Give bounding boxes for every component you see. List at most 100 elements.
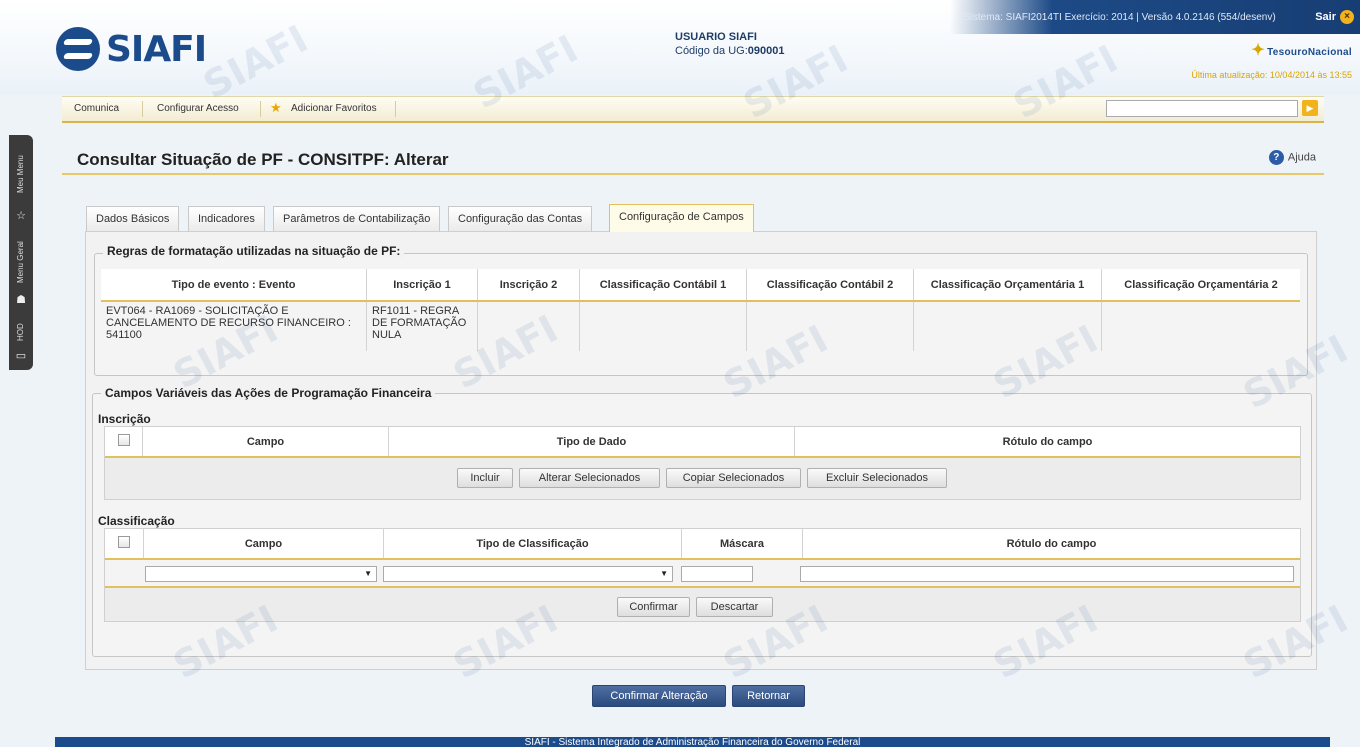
alterar-selecionados-button[interactable]: Alterar Selecionados (519, 468, 660, 488)
menu-divider (260, 101, 261, 117)
classificacao-col-campo: Campo (143, 529, 384, 560)
descartar-button[interactable]: Descartar (696, 597, 773, 617)
rules-cell-class-contabil-2 (746, 301, 914, 351)
siafi-logo-icon (56, 27, 100, 71)
classificacao-col-mascara: Máscara (681, 529, 803, 560)
tab-parametros-contabilizacao[interactable]: Parâmetros de Contabilização (273, 206, 441, 232)
classificacao-header-row: Campo Tipo de Classificação Máscara Rótu… (105, 529, 1300, 560)
side-panel[interactable]: Meu Menu ☆ Menu Geral ☗ HOD ▭ (9, 135, 33, 370)
retornar-button[interactable]: Retornar (732, 685, 805, 707)
ug-label: Código da UG: (675, 45, 748, 57)
title-divider (62, 173, 1324, 175)
user-info: USUARIO SIAFI Código da UG:090001 (675, 30, 784, 58)
inscricao-col-campo: Campo (142, 427, 389, 458)
rules-table: Tipo de evento : Evento Inscrição 1 Insc… (101, 269, 1300, 351)
classificacao-title: Classificação (98, 514, 175, 528)
side-item-menu-geral[interactable]: Menu Geral (16, 241, 25, 283)
tab-dados-basicos[interactable]: Dados Básicos (86, 206, 180, 232)
campo-select[interactable]: ▼ (145, 566, 377, 582)
inscricao-table: Campo Tipo de Dado Rótulo do campo (105, 427, 1300, 458)
rules-cell-tipo-evento: EVT064 - RA1069 - SOLICITAÇÃO E CANCELAM… (101, 301, 367, 351)
monitor-icon[interactable]: ▭ (15, 349, 27, 362)
rules-col-class-orcamentaria-1: Classificação Orçamentária 1 (913, 269, 1102, 302)
side-item-hod[interactable]: HOD (16, 323, 25, 341)
chevron-down-icon[interactable]: ▼ (660, 569, 668, 578)
page-title: Consultar Situação de PF - CONSITPF: Alt… (77, 150, 449, 169)
copiar-selecionados-button[interactable]: Copiar Selecionados (666, 468, 801, 488)
logout-button[interactable]: Sair (1315, 11, 1336, 23)
table-row: EVT064 - RA1069 - SOLICITAÇÃO E CANCELAM… (101, 301, 1300, 351)
tesouro-logo: ✦ TesouroNacional (1191, 40, 1352, 60)
classificacao-grid: Campo Tipo de Classificação Máscara Rótu… (104, 528, 1301, 622)
confirmar-button[interactable]: Confirmar (617, 597, 690, 617)
incluir-button[interactable]: Incluir (457, 468, 513, 488)
inscricao-col-rotulo: Rótulo do campo (794, 427, 1300, 458)
tesouro-brand: ✦ TesouroNacional Última atualização: 10/… (1191, 40, 1352, 80)
menu-item-configurar-acesso[interactable]: Configurar Acesso (157, 103, 239, 114)
confirmar-alteracao-button[interactable]: Confirmar Alteração (592, 685, 726, 707)
tab-configuracao-contas[interactable]: Configuração das Contas (448, 206, 593, 232)
star-outline-icon[interactable]: ☆ (15, 209, 27, 222)
rules-cell-class-orcamentaria-2 (1102, 301, 1301, 351)
menu-item-comunica[interactable]: Comunica (74, 103, 119, 114)
system-info-bar: Sistema: SIAFI2014TI Exercício: 2014 | V… (950, 0, 1360, 34)
rules-col-class-contabil-1: Classificação Contábil 1 (579, 269, 747, 302)
rules-cell-class-orcamentaria-1 (913, 301, 1102, 351)
tab-panel: Regras de formatação utilizadas na situa… (85, 231, 1317, 670)
classificacao-col-rotulo: Rótulo do campo (802, 529, 1300, 560)
rules-legend: Regras de formatação utilizadas na situa… (103, 244, 405, 258)
variable-fields-fieldset: Campos Variáveis das Ações de Programaçã… (92, 386, 1312, 657)
menu-search-go-icon[interactable]: ▶ (1302, 100, 1318, 116)
inscricao-col-tipo-dado: Tipo de Dado (388, 427, 795, 458)
tesouro-text: TesouroNacional (1267, 47, 1352, 58)
footer: SIAFI - Sistema Integrado de Administraç… (55, 737, 1330, 747)
tab-indicadores[interactable]: Indicadores (188, 206, 265, 232)
rules-header-row: Tipo de evento : Evento Inscrição 1 Insc… (101, 269, 1300, 302)
mascara-input[interactable] (681, 566, 753, 582)
chevron-down-icon[interactable]: ▼ (364, 569, 372, 578)
rules-col-inscricao-2: Inscrição 2 (477, 269, 580, 302)
menu-divider (142, 101, 143, 117)
rules-col-tipo-evento: Tipo de evento : Evento (101, 269, 367, 302)
tesouro-star-icon: ✦ (1251, 42, 1266, 59)
classificacao-select-all[interactable] (105, 529, 144, 560)
classificacao-table: Campo Tipo de Classificação Máscara Rótu… (105, 529, 1300, 560)
ug-code: 090001 (747, 45, 785, 57)
menu-search-input[interactable] (1106, 100, 1298, 117)
tipo-classificacao-select[interactable]: ▼ (383, 566, 673, 582)
inscricao-header-row: Campo Tipo de Dado Rótulo do campo (105, 427, 1300, 458)
rules-cell-inscricao-1: RF1011 - REGRA DE FORMATAÇÃO NULA (366, 301, 478, 351)
star-icon[interactable]: ★ (270, 100, 282, 116)
select-all-checkbox[interactable] (117, 434, 130, 446)
last-update: Última atualização: 10/04/2014 às 13:55 (1191, 70, 1352, 80)
help-label[interactable]: Ajuda (1288, 151, 1316, 163)
side-item-meu-menu[interactable]: Meu Menu (16, 155, 25, 193)
user-name: USUARIO SIAFI (675, 31, 757, 43)
inscricao-select-all[interactable] (105, 427, 143, 458)
system-info-text: Sistema: SIAFI2014TI Exercício: 2014 | V… (964, 12, 1276, 23)
rotulo-input[interactable] (800, 566, 1294, 582)
rules-col-inscricao-1: Inscrição 1 (366, 269, 478, 302)
rules-cell-class-contabil-1 (579, 301, 747, 351)
inscricao-title: Inscrição (98, 412, 151, 426)
sitemap-icon[interactable]: ☗ (15, 293, 27, 306)
classificacao-col-tipo: Tipo de Classificação (383, 529, 682, 560)
ug-line: Código da UG:090001 (675, 44, 784, 58)
variable-fields-legend: Campos Variáveis das Ações de Programaçã… (101, 386, 436, 400)
rules-fieldset: Regras de formatação utilizadas na situa… (94, 244, 1308, 376)
menu-bar: Comunica Configurar Acesso ★ Adicionar F… (62, 96, 1324, 123)
help-link[interactable]: ? Ajuda (1268, 150, 1316, 165)
rules-cell-inscricao-2 (477, 301, 580, 351)
inscricao-grid: Campo Tipo de Dado Rótulo do campo Inclu… (104, 426, 1301, 500)
tab-configuracao-campos[interactable]: Configuração de Campos (609, 204, 754, 232)
classificacao-edit-row: ▼ ▼ (105, 560, 1300, 588)
select-all-checkbox[interactable] (118, 536, 130, 548)
menu-divider (395, 101, 396, 117)
logout-icon[interactable]: × (1340, 10, 1354, 24)
rules-col-class-contabil-2: Classificação Contábil 2 (746, 269, 914, 302)
excluir-selecionados-button[interactable]: Excluir Selecionados (807, 468, 947, 488)
siafi-logo-text: SIAFI (106, 29, 207, 70)
help-icon[interactable]: ? (1268, 150, 1284, 165)
menu-item-adicionar-favoritos[interactable]: Adicionar Favoritos (291, 103, 377, 114)
rules-col-class-orcamentaria-2: Classificação Orçamentária 2 (1101, 269, 1300, 302)
